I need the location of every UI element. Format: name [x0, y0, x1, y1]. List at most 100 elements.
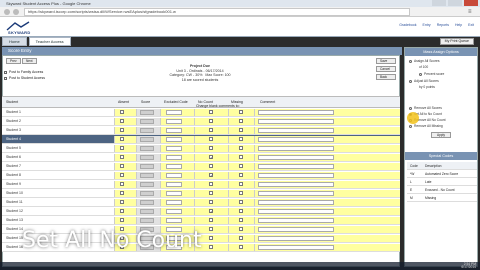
no-count-checkbox[interactable]: [209, 173, 213, 178]
excluded-code-input[interactable]: [166, 218, 182, 223]
missing-checkbox[interactable]: [239, 227, 243, 231]
no-count-checkbox[interactable]: [209, 128, 213, 132]
table-row[interactable]: Student 13: [2, 216, 400, 225]
missing-checkbox[interactable]: [239, 137, 243, 141]
no-count-checkbox[interactable]: [209, 155, 213, 160]
excluded-code-input[interactable]: [166, 119, 182, 124]
table-row[interactable]: Student 9: [2, 180, 400, 189]
save-button[interactable]: Save: [376, 58, 396, 64]
header-link[interactable]: Gradebook: [399, 23, 416, 27]
comment-input[interactable]: [258, 173, 334, 178]
score-input[interactable]: [140, 164, 154, 169]
no-count-checkbox[interactable]: [209, 245, 213, 249]
missing-checkbox[interactable]: [239, 236, 243, 240]
no-count-checkbox[interactable]: [209, 182, 213, 186]
header-link[interactable]: Entry: [423, 23, 431, 27]
radio-icon[interactable]: [409, 79, 412, 83]
missing-checkbox[interactable]: [239, 128, 243, 132]
minimize-icon[interactable]: [432, 0, 446, 6]
absent-checkbox[interactable]: [120, 128, 124, 132]
score-input[interactable]: [140, 218, 154, 223]
no-count-checkbox[interactable]: [209, 227, 213, 231]
score-input[interactable]: [140, 173, 154, 178]
comment-input[interactable]: [258, 164, 334, 169]
table-row[interactable]: Student 7: [2, 162, 400, 171]
excluded-code-input[interactable]: [166, 209, 182, 214]
missing-checkbox[interactable]: [239, 182, 243, 186]
header-link[interactable]: Exit: [468, 23, 474, 27]
score-input[interactable]: [140, 110, 154, 115]
comment-input[interactable]: [258, 128, 334, 133]
no-count-checkbox[interactable]: [209, 146, 213, 150]
no-count-checkbox[interactable]: [209, 191, 213, 195]
excluded-code-input[interactable]: [166, 164, 182, 169]
table-row[interactable]: Student 6: [2, 153, 400, 162]
missing-checkbox[interactable]: [239, 191, 243, 195]
cancel-button[interactable]: Cancel: [376, 66, 396, 72]
opt-adjust-all[interactable]: Adjust All Scores: [409, 79, 439, 83]
comment-input[interactable]: [258, 110, 334, 115]
tab-home[interactable]: Home: [2, 37, 27, 46]
score-input[interactable]: [140, 155, 154, 160]
no-count-checkbox[interactable]: [209, 209, 213, 214]
table-row[interactable]: Student 12: [2, 207, 400, 216]
table-row[interactable]: Student 1: [2, 108, 400, 117]
missing-checkbox[interactable]: [239, 173, 243, 177]
excluded-code-input[interactable]: [166, 191, 182, 196]
absent-checkbox[interactable]: [120, 218, 124, 222]
no-count-checkbox[interactable]: [209, 236, 213, 240]
absent-checkbox[interactable]: [120, 119, 124, 123]
post-family-check[interactable]: Post to Family Access: [4, 70, 43, 74]
no-count-checkbox[interactable]: [209, 137, 213, 141]
excluded-code-input[interactable]: [166, 128, 182, 133]
score-input[interactable]: [140, 182, 154, 187]
excluded-code-input[interactable]: [166, 155, 182, 160]
maximize-icon[interactable]: [448, 0, 462, 6]
radio-icon[interactable]: [409, 59, 412, 63]
no-count-checkbox[interactable]: [209, 110, 213, 114]
absent-checkbox[interactable]: [120, 191, 124, 195]
missing-checkbox[interactable]: [239, 200, 243, 204]
window-controls[interactable]: [432, 0, 478, 7]
absent-cell[interactable]: [114, 154, 136, 161]
table-row[interactable]: Student 4: [2, 135, 400, 144]
comment-input[interactable]: [258, 227, 334, 232]
excluded-code-input[interactable]: [166, 200, 182, 205]
score-input[interactable]: [140, 191, 154, 196]
absent-cell[interactable]: [114, 190, 136, 197]
missing-checkbox[interactable]: [239, 155, 243, 159]
tab-teacher-access[interactable]: Teacher Access: [28, 37, 71, 46]
opt-assign-all[interactable]: Assign All Scores: [409, 59, 439, 63]
absent-cell[interactable]: [114, 109, 136, 116]
no-count-checkbox[interactable]: [209, 200, 213, 204]
score-input[interactable]: [140, 137, 154, 142]
score-input[interactable]: [140, 200, 154, 205]
print-queue-button[interactable]: My Print Queue: [439, 38, 474, 45]
absent-cell[interactable]: [114, 163, 136, 170]
absent-cell[interactable]: [114, 127, 136, 134]
absent-checkbox[interactable]: [120, 200, 124, 204]
table-row[interactable]: Student 2: [2, 117, 400, 126]
score-input[interactable]: [140, 119, 154, 124]
opt-remove-missing[interactable]: Remove All Missing: [409, 124, 443, 128]
missing-checkbox[interactable]: [239, 218, 243, 222]
absent-cell[interactable]: [114, 199, 136, 206]
comment-input[interactable]: [258, 218, 334, 223]
absent-cell[interactable]: [114, 136, 136, 143]
header-link[interactable]: Help: [455, 23, 462, 27]
comment-input[interactable]: [258, 191, 334, 196]
absent-cell[interactable]: [114, 181, 136, 188]
table-row[interactable]: Student 8: [2, 171, 400, 180]
absent-checkbox[interactable]: [120, 164, 124, 168]
apply-button[interactable]: Apply: [431, 132, 451, 138]
next-button[interactable]: Next: [22, 58, 37, 64]
comment-input[interactable]: [258, 146, 334, 151]
absent-checkbox[interactable]: [120, 146, 124, 150]
absent-checkbox[interactable]: [120, 155, 124, 159]
forward-arrow-icon[interactable]: [13, 9, 19, 15]
score-input[interactable]: [140, 209, 154, 214]
comment-input[interactable]: [258, 236, 334, 241]
table-row[interactable]: Student 11: [2, 198, 400, 207]
comment-input[interactable]: [258, 245, 334, 250]
excluded-code-input[interactable]: [166, 137, 182, 142]
